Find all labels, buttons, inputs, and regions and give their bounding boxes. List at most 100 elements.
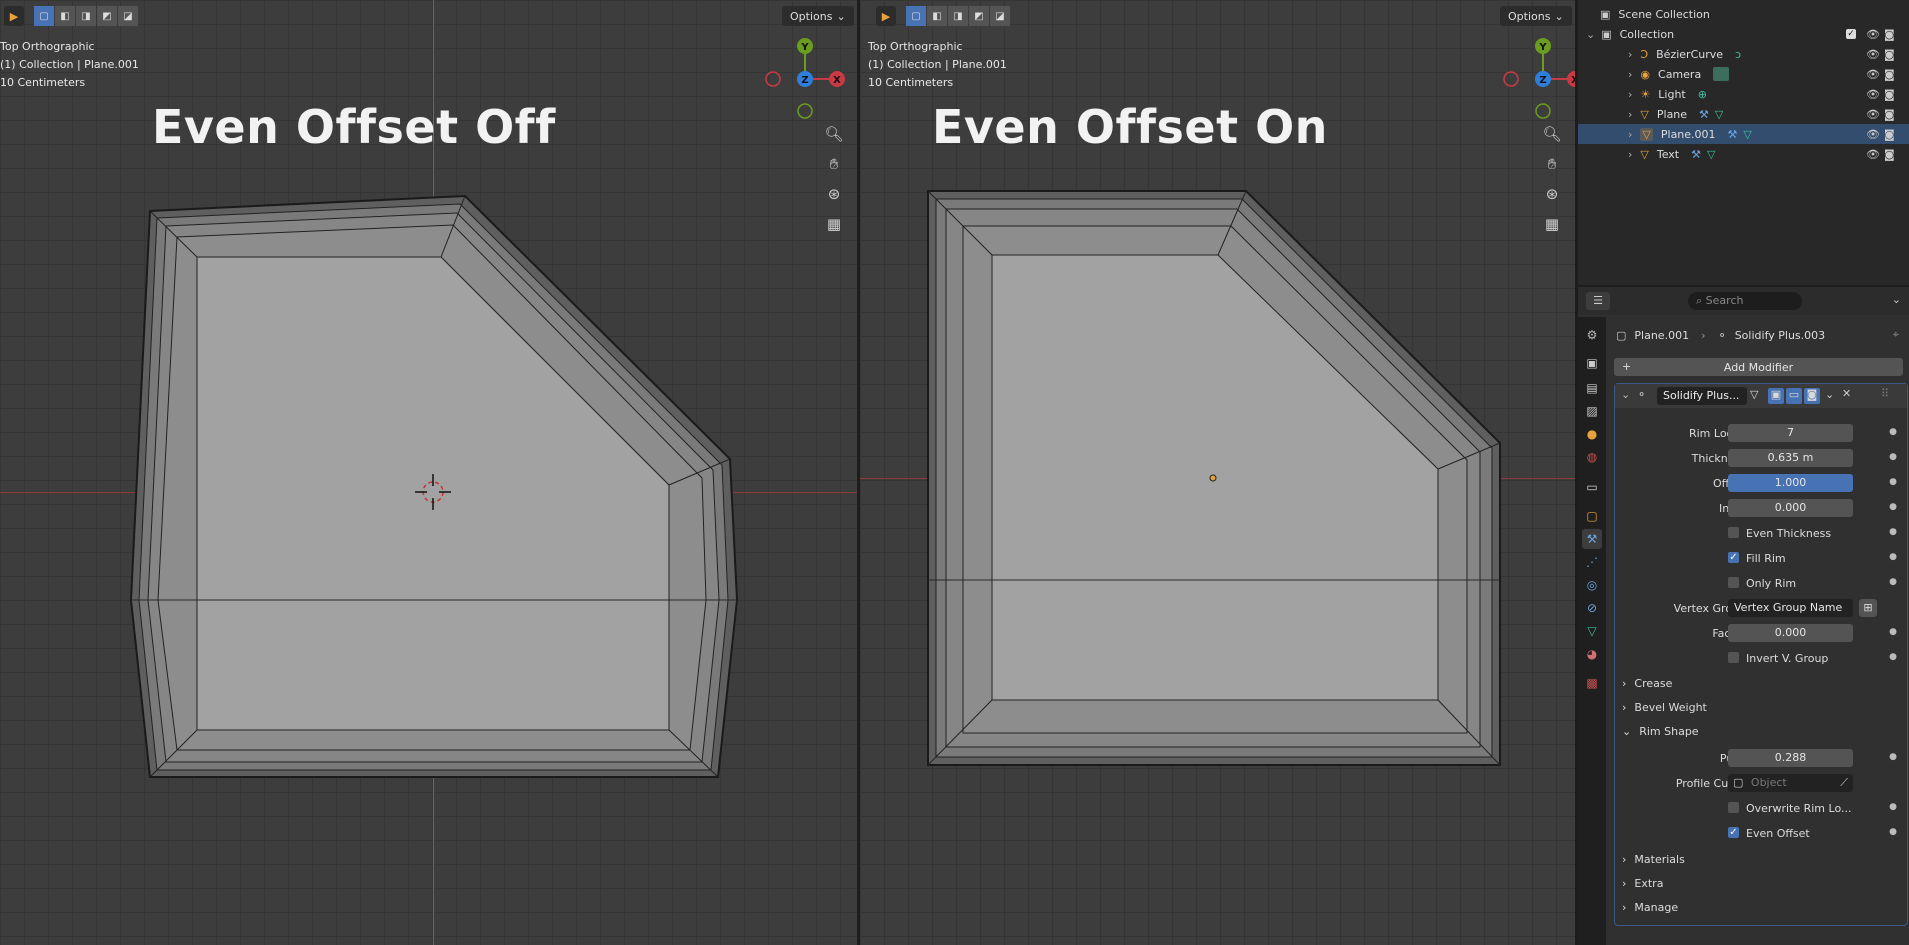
viewport-right[interactable]: ▶ ▢ ◧ ◨ ◩ ◪ Options ⌄ Top Orthographic (1… [860,0,1575,945]
render-camera-icon[interactable]: ◙ [1884,148,1895,161]
render-tab-icon[interactable]: ▣ [1582,353,1602,373]
outliner-row-collection[interactable]: ⌄ ▣ Collection ✓ 👁︎ ◙ [1578,24,1909,44]
tool-tab-icon[interactable]: ⚙︎ [1582,325,1602,345]
keyframe-dot-icon[interactable]: ● [1889,752,1897,762]
keyframe-dot-icon[interactable]: ● [1889,502,1897,512]
viewport-left[interactable]: ▶ ▢ ◧ ◨ ◩ ◪ Options ⌄ Top Orthographic (1… [0,0,857,945]
physics-tab-icon[interactable]: ◎ [1582,575,1602,595]
chevron-right-icon[interactable]: › [1628,48,1632,61]
eye-icon[interactable]: 👁︎ [1866,108,1880,121]
properties-editor[interactable]: ☰ ⌕ Search ⌄ ⚙︎ ▣ ▤ ▨ ● ◍ ▭ ▢ ⚒︎ ⋰ ◎ ⊘ ▽… [1578,287,1909,945]
render-camera-icon[interactable]: ◙ [1884,88,1895,101]
render-camera-icon[interactable]: ◙ [1884,108,1895,121]
crease-section[interactable]: › Crease [1622,673,1672,693]
world-tab-icon[interactable]: ◍ [1582,447,1602,467]
keyframe-dot-icon[interactable]: ● [1889,627,1897,637]
profile-curve-field[interactable]: ▢ Object ⟋ [1728,774,1853,792]
render-display-icon[interactable]: ◙ [1804,388,1820,404]
object-tab-icon[interactable]: ▢ [1582,506,1602,526]
pin-icon[interactable]: ⌖ [1893,328,1899,342]
keyframe-dot-icon[interactable]: ● [1889,552,1897,562]
render-camera-icon[interactable]: ◙ [1884,28,1895,41]
bevel-weight-section[interactable]: › Bevel Weight [1622,697,1707,717]
rim-shape-section[interactable]: ⌄ Rim Shape [1622,721,1699,741]
even-thickness-checkbox[interactable] [1728,527,1739,538]
render-camera-icon[interactable]: ◙ [1884,48,1895,61]
view-layer-tab-icon[interactable]: ▨ [1582,401,1602,421]
keyframe-dot-icon[interactable]: ● [1889,452,1897,462]
on-cage-icon[interactable]: ▽ [1750,388,1766,404]
navigation-gizmo[interactable]: Y X Z [755,30,855,130]
keyframe-dot-icon[interactable]: ● [1889,827,1897,837]
zoom-icon[interactable]: 🔍︎ [1539,121,1565,147]
eye-icon[interactable]: 👁︎ [1866,48,1880,61]
push-field[interactable]: 0.288 [1728,749,1853,767]
inset-field[interactable]: 0.000 [1728,499,1853,517]
materials-section[interactable]: › Materials [1622,849,1685,869]
material-tab-icon[interactable]: ◕ [1582,644,1602,664]
grid-ortho-icon[interactable]: ▦ [821,211,847,237]
eye-icon[interactable]: 👁︎ [1866,88,1880,101]
render-camera-icon[interactable]: ◙ [1884,68,1895,81]
collection-tab-icon[interactable]: ▭ [1582,477,1602,497]
search-input[interactable]: ⌕ Search [1688,292,1802,310]
outliner[interactable]: ▣ Scene Collection ⌄ ▣ Collection ✓ 👁︎ ◙… [1578,0,1909,285]
vertex-group-field[interactable]: Vertex Group Name [1728,599,1853,617]
texture-tab-icon[interactable]: ▩ [1582,673,1602,693]
overwrite-rim-checkbox[interactable] [1728,802,1739,813]
hand-pan-icon[interactable]: ✋︎ [1539,151,1565,177]
invert-v-group-checkbox[interactable] [1728,652,1739,663]
camera-view-icon[interactable]: ⊛ [821,181,847,207]
thickness-field[interactable]: 0.635 m [1728,449,1853,467]
fill-rim-checkbox[interactable]: ✓ [1728,552,1739,563]
chevron-right-icon[interactable]: › [1628,108,1632,121]
outliner-row-plane[interactable]: › ▽ Plane ⚒︎ ▽ 👁︎ ◙ [1578,104,1909,124]
keyframe-dot-icon[interactable]: ● [1889,577,1897,587]
drag-handle-icon[interactable]: ⠿ [1881,387,1889,400]
outliner-row-beziercurve[interactable]: › Ↄ BézierCurve ↄ 👁︎ ◙ [1578,44,1909,64]
modifier-tab-icon[interactable]: ⚒︎ [1582,529,1602,549]
data-tab-icon[interactable]: ▽ [1582,621,1602,641]
chevron-down-icon[interactable]: ⌄ [1586,28,1595,41]
dropdown-icon[interactable]: ⌄ [1825,388,1834,401]
invert-icon[interactable]: ⊞ [1859,599,1877,617]
chevron-down-icon[interactable]: ⌄ [1621,388,1630,401]
zoom-icon[interactable]: 🔍︎ [821,121,847,147]
outliner-row-light[interactable]: › ☀︎ Light ⊕ 👁︎ ◙ [1578,84,1909,104]
add-modifier-button[interactable]: + Add Modifier [1614,358,1903,376]
rim-loops-field[interactable]: 7 [1728,424,1853,442]
keyframe-dot-icon[interactable]: ● [1889,802,1897,812]
keyframe-dot-icon[interactable]: ● [1889,527,1897,537]
viewport-display-icon[interactable]: ▭ [1786,388,1802,404]
output-tab-icon[interactable]: ▤ [1582,378,1602,398]
modifier-name-field[interactable]: Solidify Plus... [1657,387,1747,405]
eyedropper-icon[interactable]: ⟋ [1840,774,1848,792]
chevron-right-icon[interactable]: › [1628,148,1632,161]
checkbox-icon[interactable]: ✓ [1846,29,1856,39]
factor-field[interactable]: 0.000 [1728,624,1853,642]
camera-view-icon[interactable]: ⊛ [1539,181,1565,207]
chevron-right-icon[interactable]: › [1628,68,1632,81]
eye-icon[interactable]: 👁︎ [1866,68,1880,81]
scene-tab-icon[interactable]: ● [1582,424,1602,444]
eye-icon[interactable]: 👁︎ [1866,128,1880,141]
extra-section[interactable]: › Extra [1622,873,1663,893]
constraints-tab-icon[interactable]: ⊘ [1582,598,1602,618]
eye-icon[interactable]: 👁︎ [1866,28,1880,41]
even-offset-checkbox[interactable]: ✓ [1728,827,1739,838]
chevron-down-icon[interactable]: ⌄ [1892,293,1901,306]
offset-field[interactable]: 1.000 [1728,474,1853,492]
edit-mode-icon[interactable]: ▣ [1768,388,1784,404]
grid-ortho-icon[interactable]: ▦ [1539,211,1565,237]
outliner-row-plane-001[interactable]: › ▽ Plane.001 ⚒︎ ▽ 👁︎ ◙ [1578,124,1909,144]
chevron-right-icon[interactable]: › [1628,88,1632,101]
keyframe-dot-icon[interactable]: ● [1889,427,1897,437]
navigation-gizmo[interactable]: Y X Z [1493,30,1575,130]
chevron-right-icon[interactable]: › [1628,128,1632,141]
particles-tab-icon[interactable]: ⋰ [1582,552,1602,572]
keyframe-dot-icon[interactable]: ● [1889,652,1897,662]
close-icon[interactable]: ✕ [1842,387,1851,400]
keyframe-dot-icon[interactable]: ● [1889,477,1897,487]
only-rim-checkbox[interactable] [1728,577,1739,588]
outliner-row-text[interactable]: › ▽ Text ⚒︎ ▽ 👁︎ ◙ [1578,144,1909,164]
